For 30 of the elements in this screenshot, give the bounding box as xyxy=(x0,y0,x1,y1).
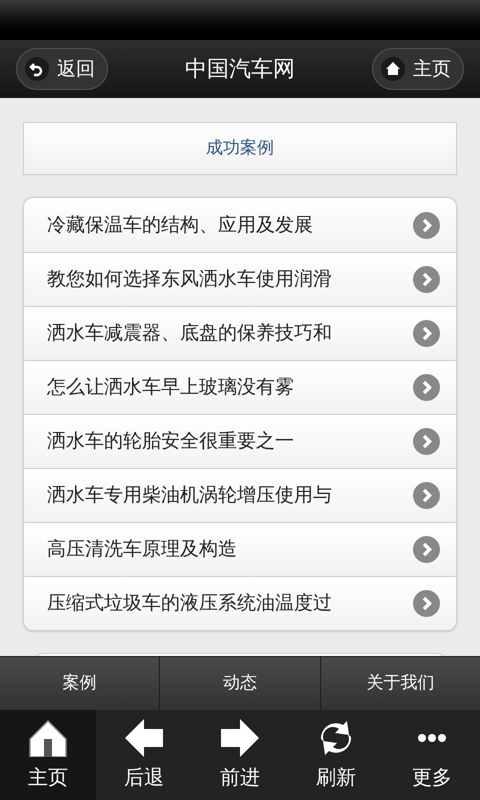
tab[interactable]: 案例 xyxy=(0,657,160,710)
article-row[interactable]: 洒水车专用柴油机涡轮增压使用与 xyxy=(24,468,456,522)
arrow-right-icon xyxy=(221,719,259,757)
back-button[interactable]: 返回 xyxy=(16,48,108,90)
chevron-right-icon xyxy=(413,266,440,293)
home-icon xyxy=(29,719,67,757)
arrow-left-icon xyxy=(125,719,163,757)
chevron-right-icon xyxy=(413,590,440,617)
page-title: 中国汽车网 xyxy=(185,56,295,84)
chevron-right-icon xyxy=(413,320,440,347)
article-row[interactable]: 教您如何选择东风洒水车使用润滑 xyxy=(24,252,456,306)
article-row[interactable]: 洒水车减震器、底盘的保养技巧和 xyxy=(24,306,456,360)
tab[interactable]: 动态 xyxy=(159,657,320,710)
article-row[interactable]: 怎么让洒水车早上玻璃没有雾 xyxy=(24,360,456,414)
tab[interactable]: 关于我们 xyxy=(320,657,480,710)
home-icon xyxy=(381,57,405,81)
article-row[interactable]: 压缩式垃圾车的液压系统油温度过 xyxy=(24,576,456,630)
chevron-right-icon xyxy=(413,536,440,563)
article-row[interactable]: 冷藏保温车的结构、应用及发展 xyxy=(24,198,456,252)
home-button[interactable]: 主页 xyxy=(372,48,464,90)
nav-button[interactable]: 主页 xyxy=(0,710,96,800)
more-icon xyxy=(417,733,447,743)
chevron-right-icon xyxy=(413,374,440,401)
chevron-right-icon xyxy=(413,482,440,509)
chevron-right-icon xyxy=(413,212,440,238)
back-icon xyxy=(25,57,49,81)
article-row[interactable]: 高压清洗车原理及构造 xyxy=(24,522,456,576)
section-heading: 成功案例 xyxy=(23,122,457,175)
article-row[interactable]: 洒水车的轮胎安全很重要之一 xyxy=(24,414,456,468)
chevron-right-icon xyxy=(413,428,440,455)
